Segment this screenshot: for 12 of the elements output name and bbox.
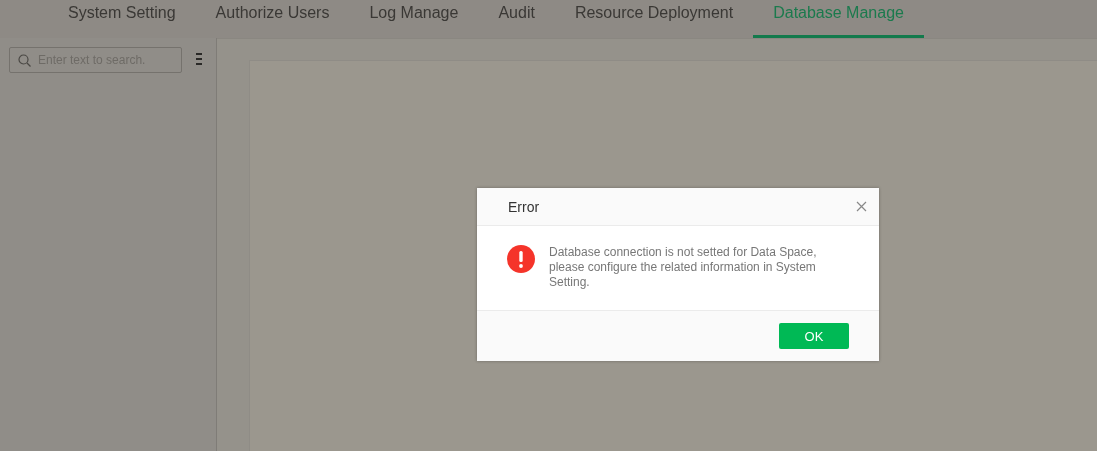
- menu-icon[interactable]: [196, 53, 202, 65]
- dialog-title: Error: [508, 198, 540, 215]
- nav-tab[interactable]: Log Manage: [349, 0, 479, 38]
- error-message: Database connection is not setted for Data Space, please configure the related information in System Setting.: [549, 245, 818, 290]
- nav-tab[interactable]: Resource Deployment: [554, 0, 754, 38]
- error-icon: [507, 245, 535, 273]
- nav-tab[interactable]: Audit: [478, 0, 555, 38]
- ok-button[interactable]: OK: [779, 323, 849, 349]
- nav-tab[interactable]: System Setting: [48, 0, 196, 38]
- search-icon: [18, 54, 31, 67]
- close-icon[interactable]: [856, 201, 867, 212]
- nav-tab[interactable]: Authorize Users: [195, 0, 350, 38]
